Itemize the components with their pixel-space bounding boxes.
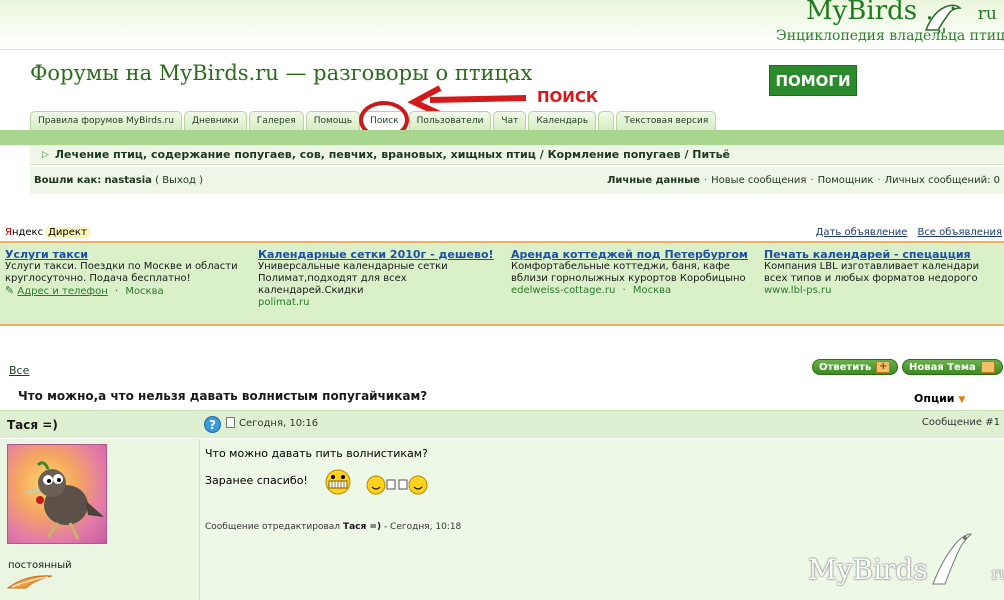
avatar[interactable] xyxy=(7,444,107,544)
yandex-rest: ндекс xyxy=(11,227,44,238)
new-topic-label: Новая Тема xyxy=(909,361,976,373)
annotation-label: ПОИСК xyxy=(537,88,599,106)
ad-url[interactable]: Адрес и телефон xyxy=(17,286,107,297)
post-author[interactable]: Тася =) xyxy=(7,418,58,432)
edit-author[interactable]: Тася =) xyxy=(343,522,381,532)
page-root: MyBirds . ru Энциклопедия владельца птицы… xyxy=(0,0,1004,600)
ad-title[interactable]: Аренда коттеджей под Петербургом xyxy=(511,248,751,261)
tab-users[interactable]: Пользователи xyxy=(408,111,492,130)
link-profile[interactable]: Личные данные xyxy=(607,175,700,186)
tab-rules[interactable]: Правила форумов MyBirds.ru xyxy=(30,111,182,130)
ad-title[interactable]: Календарные сетки 2010г - дешево! xyxy=(258,248,498,261)
site-logo[interactable]: MyBirds . ru xyxy=(806,0,997,26)
ad-item: Календарные сетки 2010г - дешево! Универ… xyxy=(258,248,498,309)
new-topic-button[interactable]: Новая Тема xyxy=(902,359,1003,375)
user-links: Личные данные · Новые сообщения · Помощник · Л… xyxy=(607,175,1000,186)
folder-icon xyxy=(980,361,995,373)
reply-button[interactable]: Ответить + xyxy=(812,359,898,375)
tab-text-version[interactable]: Текстовая версия xyxy=(616,111,717,130)
ad-location: Москва xyxy=(632,285,672,296)
ad-text: Компания LBL изготавливает календари все… xyxy=(764,261,980,284)
bird-avatar-icon xyxy=(22,461,104,540)
ad-item: Услуги такси Услуги такси. Поездки по Мо… xyxy=(5,248,245,298)
ad-text: Услуги такси. Поездки по Москве и област… xyxy=(5,261,238,284)
link-private-messages[interactable]: Личных сообщений: 0 xyxy=(885,175,1000,186)
ads-header: Яндекс Директ Дать объявление Все объявлен… xyxy=(0,227,1004,241)
edit-prefix: Сообщение отредактировал xyxy=(205,522,341,532)
tab-help[interactable]: Помощь xyxy=(305,111,361,130)
user-info: Вошли как: nastasia ( Выход ) xyxy=(34,175,203,186)
post-line-1: Что можно давать пить волнистикам? xyxy=(205,447,428,460)
tab-chat[interactable]: Чат xyxy=(493,111,527,130)
reply-label: Ответить xyxy=(819,361,872,373)
ad-item: Печать календарей - спецацция Компания L… xyxy=(764,248,1004,297)
all-link[interactable]: Все xyxy=(9,364,29,377)
ad-footer: ✎ Адрес и телефон · Москва xyxy=(5,285,245,298)
all-ads-link[interactable]: Все объявления xyxy=(917,227,1002,238)
tab-diaries[interactable]: Дневники xyxy=(183,111,247,130)
plus-icon: + xyxy=(876,361,891,373)
ad-footer: edelweiss-cottage.ru · Москва xyxy=(511,285,751,297)
separator: · xyxy=(622,285,626,296)
username-link[interactable]: nastasia xyxy=(104,175,151,186)
user-rank: постоянный xyxy=(8,560,72,571)
yandex-y: Я xyxy=(5,227,12,238)
ads-links: Дать объявление Все объявления xyxy=(806,227,1002,238)
post-ad-link[interactable]: Дать объявление xyxy=(816,227,908,238)
ad-url[interactable]: www.lbl-ps.ru xyxy=(764,285,1004,297)
ad-text: Универсальные календарные сетки Полимат,… xyxy=(258,261,448,296)
breadcrumb-arrow-icon: ▷ xyxy=(42,149,49,160)
grin-smiley-icon xyxy=(325,469,351,495)
post-date: Сегодня, 10:16 xyxy=(239,418,319,429)
question-icon: ? xyxy=(204,416,221,433)
separator: · xyxy=(703,175,708,186)
thread-title: Что можно,а что нельзя давать волнистым … xyxy=(18,389,428,403)
ad-text: Комфортабельные коттеджи, баня, кафе вбл… xyxy=(511,261,746,284)
tab-gallery[interactable]: Галерея xyxy=(248,111,304,130)
document-icon xyxy=(226,417,235,428)
logged-in-label: Вошли как: xyxy=(34,175,102,186)
separator: · xyxy=(877,175,881,186)
options-label: Опции xyxy=(914,392,955,405)
cheers-smiley-icon xyxy=(366,475,428,495)
post-author-panel: постоянный xyxy=(0,439,199,600)
post-line-2: Заранее спасибо! xyxy=(205,474,308,487)
tab-underbar xyxy=(0,130,1004,145)
logo-ru: ru xyxy=(977,4,997,24)
edit-suffix: - Сегодня, 10:18 xyxy=(383,522,462,532)
separator: · xyxy=(810,175,814,186)
direkt-label: Директ xyxy=(45,227,90,238)
options-menu[interactable]: Опции ▼ xyxy=(914,392,965,405)
logout-link[interactable]: ( Выход ) xyxy=(155,175,203,186)
tab-calendar[interactable]: Календарь xyxy=(528,111,597,130)
ad-url[interactable]: polimat.ru xyxy=(258,297,498,309)
breadcrumb-text[interactable]: Лечение птиц, содержание попугаев, сов, … xyxy=(55,148,730,161)
ad-title[interactable]: Печать календарей - спецацция xyxy=(764,248,1004,261)
ads-block: Услуги такси Услуги такси. Поездки по Мо… xyxy=(0,241,1004,326)
breadcrumb: ▷ Лечение птиц, содержание попугаев, сов… xyxy=(30,145,1004,165)
help-button[interactable]: ПОМОГИ xyxy=(769,65,857,96)
edit-note: Сообщение отредактировал Тася =) - Сегод… xyxy=(205,522,461,532)
yandex-direct-logo[interactable]: Яндекс Директ xyxy=(5,227,90,238)
post-header: Тася =) ? Сегодня, 10:16 Сообщение #1 xyxy=(0,410,1004,438)
link-assistant[interactable]: Помощник xyxy=(818,175,874,186)
ad-url[interactable]: edelweiss-cottage.ru xyxy=(511,285,615,296)
watermark-ru: ru xyxy=(991,564,1004,583)
ad-title[interactable]: Услуги такси xyxy=(5,248,245,261)
logo-subtitle: Энциклопедия владельца птицы xyxy=(776,28,1004,44)
watermark-bird-icon xyxy=(932,533,973,585)
top-banner: MyBirds . ru Энциклопедия владельца птицы xyxy=(0,0,1004,50)
pencil-icon: ✎ xyxy=(5,284,15,297)
chevron-down-icon: ▼ xyxy=(958,395,966,405)
separator: · xyxy=(114,286,119,297)
ad-item: Аренда коттеджей под Петербургом Комфорт… xyxy=(511,248,751,297)
link-new-messages[interactable]: Новые сообщения xyxy=(711,175,806,186)
feather-rank-icon xyxy=(6,575,53,589)
tab-empty[interactable] xyxy=(598,111,615,130)
post-number[interactable]: Сообщение #1 xyxy=(922,417,1000,428)
ad-location: Москва xyxy=(125,286,164,297)
user-bar: Вошли как: nastasia ( Выход ) Личные дан… xyxy=(30,167,1004,194)
logo-text: MyBirds . xyxy=(806,0,934,26)
